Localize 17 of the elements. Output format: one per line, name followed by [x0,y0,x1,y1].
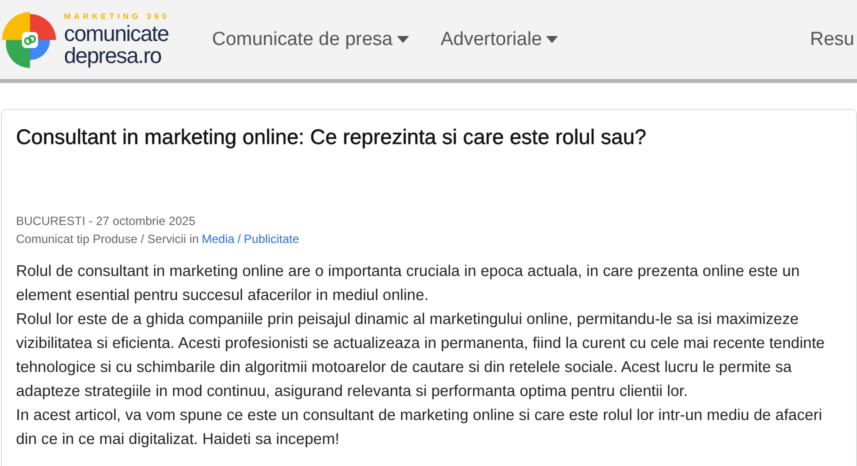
category-link[interactable]: Publicitate [244,232,300,246]
logo-wordmark: depresa.ro [64,44,162,66]
category-link[interactable]: Media [202,232,234,246]
article-paragraph: Rolul lor este de a ghida companiile prin peisajul dinamic al marketingului online, permitandu-le sa isi maximizeze vizibilitatea si eficienta. Acesti profesionisti se actualizeaza in permanenta, fiind la curent cu cele mai recente tendinte tehnologice si cu schimbarile din algoritmii motoarelor de cautare si din retelele sociale. Acest lucru le permite sa adapteze strategiile in mod continuu, asigurand relevanta si performanta optima pentru clientii lor. [16,310,826,402]
article-paragraph: Rolul de consultant in marketing online are o importanta cruciala in epoca actuala, in care prezenta online este un element esential pentru succesul afacerilor in mediul online. [16,262,801,306]
article-paragraph: In acest articol, va vom spune ce este un consultant de marketing online si care este rolul lor intr-un mediu de afaceri din ce in ce mai digitalizat. Haideti sa incepem! [16,406,824,450]
nav-link[interactable]: Advertoriale [440,28,558,50]
logo-wordmark: comunicate [64,22,170,44]
link-separator: / [237,232,241,246]
nav-link[interactable]: Resu [810,28,854,50]
logo-tagline: MARKETING 360 [64,12,170,20]
caret-icon [396,36,409,43]
caret-icon [546,36,558,43]
article-dateline: BUCURESTI - 27 octombrie 2025 [16,213,196,230]
nav-link[interactable]: Comunicate de presa [212,28,409,50]
article-category-label: Comunicat tip Produse / Servicii in [16,232,199,246]
article-title: Consultant in marketing online: Ce reprezinta si care este rolul sau? [16,126,648,150]
